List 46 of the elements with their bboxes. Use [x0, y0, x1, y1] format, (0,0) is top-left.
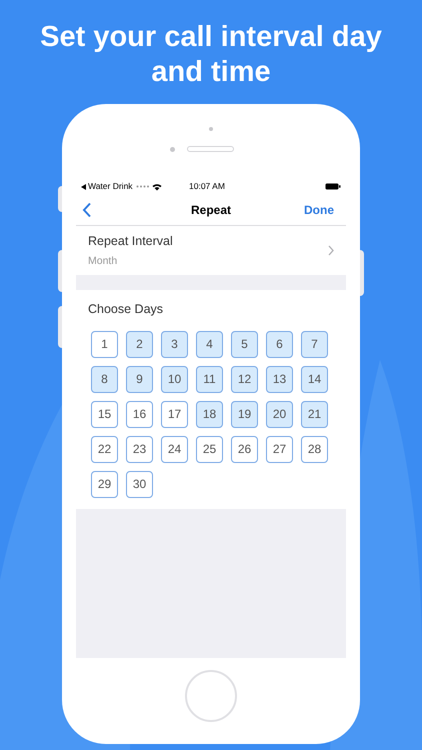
status-app-name: Water Drink	[88, 180, 133, 193]
row-value: Month	[88, 254, 118, 268]
chevron-icon	[328, 245, 334, 256]
day-toggle[interactable]: 14	[301, 366, 328, 393]
back-triangle-icon	[81, 184, 86, 190]
day-toggle[interactable]: 4	[196, 330, 223, 358]
day-toggle[interactable]: 5	[231, 330, 258, 358]
day-toggle[interactable]: 20	[266, 400, 293, 428]
repeat-interval-row[interactable]: Repeat Interval Month	[76, 226, 346, 275]
day-toggle[interactable]: 15	[91, 400, 118, 428]
day-toggle[interactable]: 25	[196, 436, 223, 463]
day-toggle[interactable]: 22	[91, 436, 118, 463]
day-toggle[interactable]: 18	[196, 400, 223, 428]
headline: Set your call interval day and time	[39, 20, 383, 90]
speaker-slot	[187, 146, 234, 152]
row-label: Repeat Interval	[88, 232, 173, 250]
day-toggle[interactable]: 2	[126, 330, 153, 358]
wifi-icon	[152, 182, 162, 190]
day-toggle[interactable]: 28	[301, 436, 328, 463]
done-button[interactable]: Done	[304, 200, 334, 218]
day-toggle[interactable]: 27	[266, 436, 293, 463]
day-toggle[interactable]: 21	[301, 400, 328, 428]
section-title: Choose Days	[88, 301, 164, 318]
day-toggle[interactable]: 16	[126, 400, 153, 428]
signal-icon	[136, 185, 150, 188]
day-toggle[interactable]: 3	[161, 330, 188, 358]
day-toggle[interactable]: 19	[231, 400, 258, 428]
day-toggle[interactable]: 6	[266, 330, 293, 358]
day-toggle[interactable]: 12	[231, 366, 258, 393]
day-toggle[interactable]: 7	[301, 330, 328, 358]
battery-icon	[325, 183, 341, 190]
day-toggle[interactable]: 10	[161, 366, 188, 393]
day-toggle[interactable]: 30	[126, 470, 153, 498]
day-toggle[interactable]: 8	[91, 366, 118, 393]
day-toggle[interactable]: 11	[196, 366, 223, 393]
nav-title: Repeat	[190, 202, 231, 218]
day-toggle[interactable]: 17	[161, 400, 188, 428]
back-icon[interactable]	[82, 202, 92, 218]
day-toggle[interactable]: 23	[126, 436, 153, 463]
day-toggle[interactable]: 1	[91, 330, 118, 358]
day-toggle[interactable]: 13	[266, 366, 293, 393]
day-toggle[interactable]: 9	[126, 366, 153, 393]
day-toggle[interactable]: 26	[231, 436, 258, 463]
day-toggle[interactable]: 29	[91, 470, 118, 498]
day-toggle[interactable]: 24	[161, 436, 188, 463]
status-time: 10:07 AM	[189, 180, 225, 193]
